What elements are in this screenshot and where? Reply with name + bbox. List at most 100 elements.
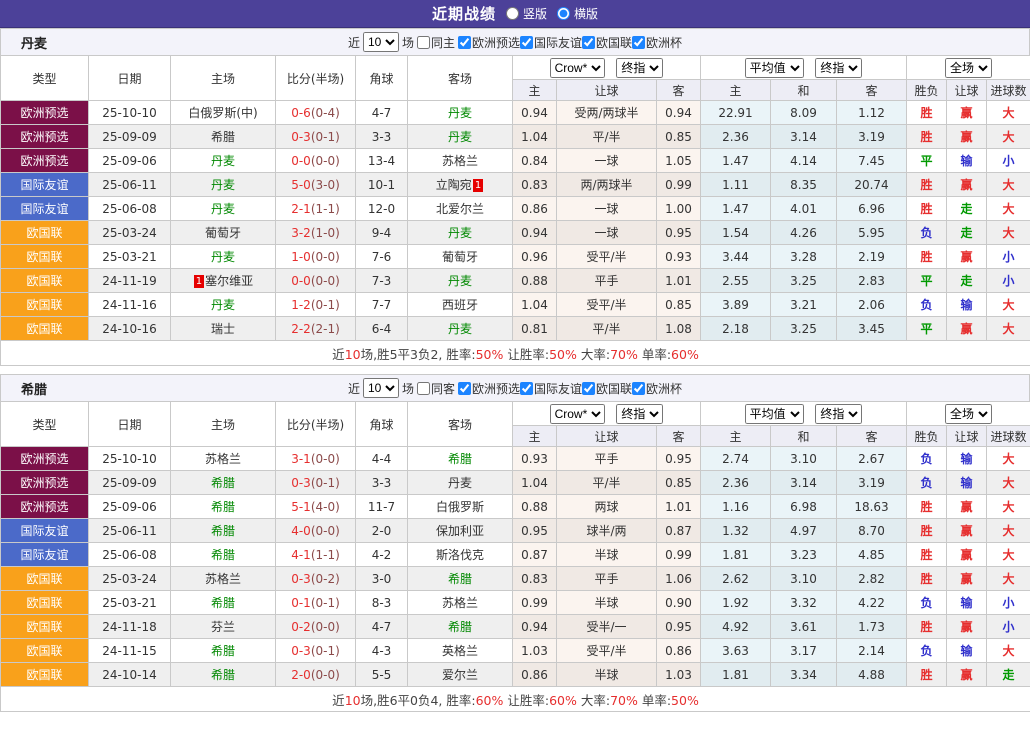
home-team[interactable]: 瑞士 (170, 316, 276, 341)
away-team[interactable]: 斯洛伐克 (407, 542, 513, 567)
away-team[interactable]: 立陶宛 1 (407, 172, 513, 197)
competition-checkbox[interactable] (632, 381, 646, 395)
away-team[interactable]: 白俄罗斯 (407, 494, 513, 519)
match-score[interactable]: 2-2(2-1) (275, 316, 356, 341)
same-venue-filter[interactable]: 同主 (416, 34, 455, 51)
competition-filter[interactable]: 国际友谊 (520, 380, 582, 397)
home-team[interactable]: 希腊 (170, 518, 276, 543)
away-team[interactable]: 丹麦 (407, 316, 513, 341)
match-score[interactable]: 3-2(1-0) (275, 220, 356, 245)
home-team[interactable]: 丹麦 (170, 292, 276, 317)
competition-checkbox[interactable] (457, 381, 471, 395)
match-score[interactable]: 0-1(0-1) (275, 590, 356, 615)
home-team[interactable]: 希腊 (170, 494, 276, 519)
home-team[interactable]: 希腊 (170, 662, 276, 687)
match-count-select[interactable]: 10 (362, 32, 399, 52)
home-team[interactable]: 丹麦 (170, 244, 276, 269)
away-team[interactable]: 丹麦 (407, 124, 513, 149)
away-team[interactable]: 希腊 (407, 446, 513, 471)
fullmatch-select[interactable]: 全场 (945, 403, 993, 424)
match-score[interactable]: 4-1(1-1) (275, 542, 356, 567)
match-score[interactable]: 0-2(0-0) (275, 614, 356, 639)
home-team[interactable]: 葡萄牙 (170, 220, 276, 245)
competition-filter[interactable]: 欧洲预选 (457, 34, 520, 51)
home-team[interactable]: 丹麦 (170, 148, 276, 173)
competition-label: 欧洲预选 (471, 35, 520, 50)
result-handicap: 输 (946, 148, 988, 173)
competition-filter[interactable]: 欧洲预选 (457, 380, 520, 397)
same-venue-filter[interactable]: 同客 (416, 380, 455, 397)
away-team[interactable]: 苏格兰 (407, 148, 513, 173)
home-team[interactable]: 丹麦 (170, 196, 276, 221)
match-score[interactable]: 1-2(0-1) (275, 292, 356, 317)
competition-filter[interactable]: 欧洲杯 (632, 380, 682, 397)
match-score[interactable]: 0-0(0-0) (275, 268, 356, 293)
match-score[interactable]: 5-0(3-0) (275, 172, 356, 197)
home-team[interactable]: 希腊 (170, 470, 276, 495)
away-team[interactable]: 北爱尔兰 (407, 196, 513, 221)
away-team[interactable]: 爱尔兰 (407, 662, 513, 687)
handicap-away-odds: 1.01 (656, 268, 701, 293)
home-team[interactable]: 希腊 (170, 638, 276, 663)
away-team[interactable]: 苏格兰 (407, 590, 513, 615)
home-team[interactable]: 1 塞尔维亚 (170, 268, 276, 293)
away-team[interactable]: 保加利亚 (407, 518, 513, 543)
away-team[interactable]: 英格兰 (407, 638, 513, 663)
match-score[interactable]: 0-3(0-2) (275, 566, 356, 591)
match-score[interactable]: 0-3(0-1) (275, 470, 356, 495)
away-team[interactable]: 丹麦 (407, 268, 513, 293)
match-score[interactable]: 0-0(0-0) (275, 148, 356, 173)
home-team[interactable]: 苏格兰 (170, 446, 276, 471)
away-team[interactable]: 丹麦 (407, 100, 513, 125)
away-team[interactable]: 葡萄牙 (407, 244, 513, 269)
match-count-select[interactable]: 10 (362, 378, 399, 398)
layout-radio-vertical[interactable]: 竖版 (505, 5, 547, 22)
same-venue-checkbox[interactable] (416, 381, 430, 395)
competition-checkbox[interactable] (582, 381, 596, 395)
home-team[interactable]: 苏格兰 (170, 566, 276, 591)
home-team[interactable]: 希腊 (170, 590, 276, 615)
avg-away-odds: 6.96 (835, 196, 908, 221)
home-team[interactable]: 希腊 (170, 542, 276, 567)
away-team[interactable]: 丹麦 (407, 220, 513, 245)
final-index-select[interactable]: 终指 (616, 57, 664, 78)
average-select[interactable]: 平均值 (744, 403, 804, 424)
layout-radio-horizontal[interactable]: 横版 (557, 5, 598, 22)
final-index-select[interactable]: 终指 (616, 403, 664, 424)
away-team[interactable]: 希腊 (407, 566, 513, 591)
horizontal-radio-input[interactable] (557, 7, 570, 20)
competition-checkbox[interactable] (632, 35, 646, 49)
average-select[interactable]: 平均值 (744, 57, 804, 78)
match-score[interactable]: 2-1(1-1) (275, 196, 356, 221)
match-score[interactable]: 0-6(0-4) (275, 100, 356, 125)
competition-filter[interactable]: 国际友谊 (520, 34, 582, 51)
match-score[interactable]: 1-0(0-0) (275, 244, 356, 269)
competition-checkbox[interactable] (520, 35, 533, 49)
match-score[interactable]: 2-0(0-0) (275, 662, 356, 687)
competition-checkbox[interactable] (457, 35, 471, 49)
home-team[interactable]: 丹麦 (170, 172, 276, 197)
competition-checkbox[interactable] (520, 381, 533, 395)
competition-checkbox[interactable] (582, 35, 596, 49)
home-team[interactable]: 芬兰 (170, 614, 276, 639)
away-team[interactable]: 希腊 (407, 614, 513, 639)
home-team[interactable]: 希腊 (170, 124, 276, 149)
away-team[interactable]: 丹麦 (407, 470, 513, 495)
competition-filter[interactable]: 欧国联 (582, 380, 632, 397)
away-team[interactable]: 西班牙 (407, 292, 513, 317)
same-venue-checkbox[interactable] (416, 35, 430, 49)
match-score[interactable]: 3-1(0-0) (275, 446, 356, 471)
home-team[interactable]: 白俄罗斯(中) (170, 100, 276, 125)
final-index-select-2[interactable]: 终指 (815, 57, 863, 78)
fullmatch-select[interactable]: 全场 (945, 57, 993, 78)
odds-provider-select[interactable]: Crow* (549, 57, 605, 78)
competition-filter[interactable]: 欧洲杯 (632, 34, 682, 51)
competition-filter[interactable]: 欧国联 (582, 34, 632, 51)
match-score[interactable]: 5-1(4-0) (275, 494, 356, 519)
match-score[interactable]: 0-3(0-1) (275, 124, 356, 149)
final-index-select-2[interactable]: 终指 (815, 403, 863, 424)
vertical-radio-input[interactable] (505, 7, 519, 20)
match-score[interactable]: 4-0(0-0) (275, 518, 356, 543)
match-score[interactable]: 0-3(0-1) (275, 638, 356, 663)
odds-provider-select[interactable]: Crow* (549, 403, 605, 424)
